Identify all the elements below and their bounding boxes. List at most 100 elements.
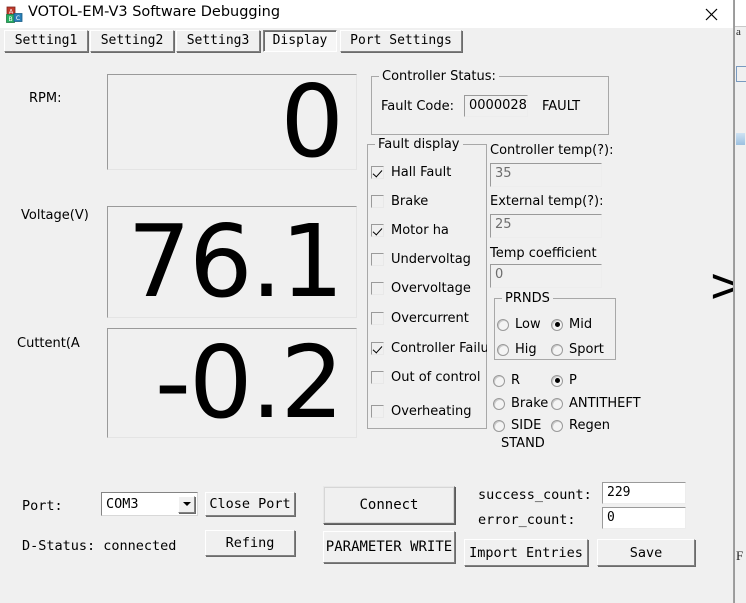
- radio-dot: [493, 397, 505, 410]
- port-select-value: COM3: [106, 496, 139, 512]
- chevron-right-glyph: >: [708, 262, 733, 308]
- radio-dot: [493, 374, 505, 387]
- app-blocks-icon: A B C: [6, 6, 23, 23]
- checkbox-box: [371, 342, 384, 355]
- checkbox-label: Out of control: [391, 370, 481, 385]
- background-window-titlebar: [735, 0, 746, 27]
- fault-code-field[interactable]: 0000028: [464, 95, 528, 117]
- radio-label: R: [511, 373, 521, 388]
- radio-dot: [551, 318, 563, 331]
- success-count-label: success_count:: [478, 487, 592, 503]
- checkbox-label: Controller Failure: [391, 341, 487, 356]
- radio-low[interactable]: Low: [497, 317, 541, 332]
- checkbox-label: Overcurrent: [391, 311, 469, 326]
- radio-brake[interactable]: Brake: [493, 396, 548, 411]
- tab-setting1[interactable]: Setting1: [4, 30, 88, 52]
- checkbox-overcurrent[interactable]: Overcurrent: [371, 311, 469, 326]
- background-window-box: [736, 66, 746, 82]
- voltage-label: Voltage(V): [21, 208, 89, 223]
- controller-status-title: Controller Status:: [379, 69, 499, 84]
- checkbox-overheating[interactable]: Overheating: [371, 404, 471, 419]
- radio-dot: [551, 397, 563, 410]
- rpm-value: 0: [280, 63, 344, 180]
- checkbox-box: [371, 282, 384, 295]
- radio-label: Regen: [569, 418, 610, 433]
- error-count-label: error_count:: [478, 512, 576, 528]
- radio-label: Mid: [569, 317, 593, 332]
- checkbox-box: [371, 253, 384, 266]
- refresh-button[interactable]: Refing: [205, 530, 295, 556]
- tab-setting2[interactable]: Setting2: [90, 30, 174, 52]
- port-label: Port:: [22, 498, 63, 514]
- radio-antitheft[interactable]: ANTITHEFT: [551, 396, 641, 411]
- chevron-down-icon[interactable]: [178, 495, 195, 513]
- port-select[interactable]: COM3: [101, 492, 198, 516]
- background-window[interactable]: a F: [734, 0, 746, 603]
- checkbox-controller-failure[interactable]: Controller Failure: [371, 341, 487, 356]
- close-icon[interactable]: [688, 0, 733, 28]
- success-count-field[interactable]: 229: [602, 482, 686, 504]
- radio-dot: [497, 318, 509, 331]
- connect-button[interactable]: Connect: [323, 486, 455, 524]
- checkbox-label: Motor ha: [391, 223, 449, 238]
- checkbox-overvoltage[interactable]: Overvoltage: [371, 281, 471, 296]
- checkbox-box: [371, 405, 384, 418]
- external-temp-label: External temp(?):: [490, 194, 604, 209]
- svg-text:C: C: [16, 15, 20, 22]
- current-label: Cuttent(A: [17, 336, 80, 351]
- radio-label: ANTITHEFT: [569, 396, 641, 411]
- radio-dot: [551, 343, 563, 356]
- radio-side-stand[interactable]: SIDE: [493, 418, 541, 433]
- temp-coefficient-field[interactable]: 0: [490, 264, 602, 288]
- tab-port-settings[interactable]: Port Settings: [340, 30, 462, 52]
- error-count-field[interactable]: 0: [602, 507, 686, 529]
- checkbox-brake[interactable]: Brake: [371, 194, 428, 209]
- tab-setting3[interactable]: Setting3: [176, 30, 260, 52]
- checkbox-out-of-control[interactable]: Out of control: [371, 370, 480, 385]
- d-status-label: D-Status: connected: [22, 538, 177, 554]
- controller-temp-label: Controller temp(?):: [490, 143, 614, 158]
- tab-display[interactable]: Display: [263, 30, 337, 52]
- radio-label: P: [569, 373, 577, 388]
- import-entries-button[interactable]: Import Entries: [464, 539, 588, 566]
- checkbox-box: [371, 312, 384, 325]
- radio-r[interactable]: R: [493, 373, 520, 388]
- current-display-panel: -0.2: [107, 328, 357, 438]
- side-stand-wrap-label: STAND: [501, 436, 545, 451]
- checkbox-motor-hall[interactable]: Motor ha: [371, 223, 449, 238]
- svg-text:B: B: [8, 16, 12, 23]
- parameter-write-button[interactable]: PARAMETER WRITE: [323, 531, 455, 563]
- checkbox-label: Overheating: [391, 404, 472, 419]
- radio-dot: [551, 374, 563, 387]
- radio-mid[interactable]: Mid: [551, 317, 592, 332]
- checkbox-label: Brake: [391, 194, 429, 209]
- tab-bar: Setting1 Setting2 Setting3 Display Port …: [0, 28, 733, 54]
- radio-label: Brake: [511, 396, 549, 411]
- checkbox-label: Undervoltag: [391, 252, 471, 267]
- checkbox-box: [371, 166, 384, 179]
- voltage-value: 76.1: [127, 203, 344, 320]
- radio-label: Hig: [515, 342, 537, 357]
- external-temp-field[interactable]: 25: [490, 214, 602, 238]
- radio-label: SIDE: [511, 418, 542, 433]
- checkbox-hall-fault[interactable]: Hall Fault: [371, 165, 451, 180]
- title-bar: A B C VOTOL-EM-V3 Software Debugging: [0, 0, 733, 28]
- voltage-display-panel: 76.1: [107, 206, 357, 318]
- radio-high[interactable]: Hig: [497, 342, 537, 357]
- checkbox-box: [371, 195, 384, 208]
- radio-regen[interactable]: Regen: [551, 418, 610, 433]
- checkbox-label: Overvoltage: [391, 281, 471, 296]
- checkbox-box: [371, 371, 384, 384]
- checkbox-undervoltage[interactable]: Undervoltag: [371, 252, 471, 267]
- close-port-button[interactable]: Close Port: [205, 492, 295, 516]
- temp-coefficient-label: Temp coefficient: [490, 246, 597, 261]
- fault-display-title: Fault display: [375, 137, 463, 152]
- background-window-text-top: a: [736, 26, 741, 38]
- rpm-display-panel: 0: [107, 63, 357, 180]
- background-window-text-bottom: F: [736, 548, 744, 563]
- radio-label: Sport: [569, 342, 604, 357]
- controller-temp-field[interactable]: 35: [490, 163, 602, 187]
- save-button[interactable]: Save: [597, 539, 695, 566]
- radio-sport[interactable]: Sport: [551, 342, 604, 357]
- radio-p[interactable]: P: [551, 373, 577, 388]
